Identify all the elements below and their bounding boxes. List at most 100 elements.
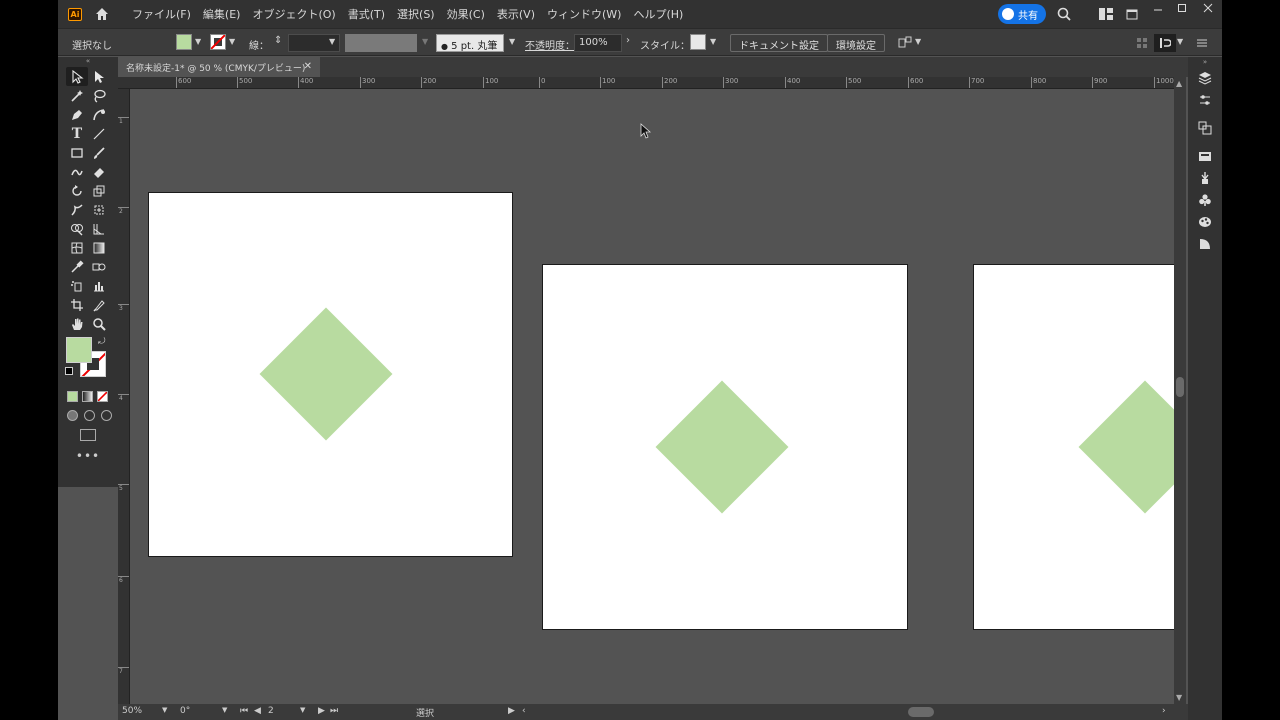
menu-select[interactable]: 選択(S)	[391, 6, 441, 22]
gradient-tool-icon[interactable]	[88, 238, 110, 257]
screen-mode-icon[interactable]	[80, 429, 96, 441]
type-tool-icon[interactable]: T	[66, 124, 88, 143]
opacity-label[interactable]: 不透明度：	[525, 37, 575, 52]
restore-icon[interactable]	[1124, 6, 1140, 22]
next-artboard-icon[interactable]: ▶	[318, 706, 325, 716]
chevron-down-icon[interactable]: ▼	[710, 37, 716, 46]
perspective-grid-tool-icon[interactable]	[88, 219, 110, 238]
rotate-tool-icon[interactable]	[66, 181, 88, 200]
scroll-down-icon[interactable]: ▼	[1176, 693, 1182, 702]
graphic-styles-panel-icon[interactable]	[1188, 233, 1222, 255]
vertical-scroll-thumb[interactable]	[1176, 377, 1184, 397]
lasso-tool-icon[interactable]	[88, 86, 110, 105]
artboard-2[interactable]	[542, 264, 908, 630]
properties-panel-icon[interactable]	[1188, 89, 1222, 111]
artboard-3[interactable]	[973, 264, 1174, 630]
chevron-down-icon[interactable]: ▼	[509, 37, 515, 46]
direct-selection-tool-icon[interactable]	[88, 67, 110, 86]
artboard-1[interactable]	[148, 192, 513, 557]
scroll-up-icon[interactable]: ▲	[1176, 79, 1182, 88]
rotate-view-value[interactable]: 0°	[180, 706, 190, 716]
canvas[interactable]	[130, 89, 1174, 704]
eraser-tool-icon[interactable]	[88, 162, 110, 181]
align-icon[interactable]	[1136, 37, 1148, 52]
paintbrush-tool-icon[interactable]	[88, 143, 110, 162]
libraries-panel-icon[interactable]	[1188, 145, 1222, 167]
maximize-icon[interactable]	[1174, 0, 1190, 16]
draw-normal-icon[interactable]	[67, 410, 78, 421]
panel-menu-icon[interactable]	[1196, 37, 1208, 52]
opacity-field[interactable]: 100%	[574, 34, 622, 52]
layers-panel-icon[interactable]	[1188, 67, 1222, 89]
warp-tool-icon[interactable]	[66, 200, 88, 219]
menu-window[interactable]: ウィンドウ(W)	[541, 6, 627, 22]
menu-view[interactable]: 表示(V)	[491, 6, 541, 22]
brushes-panel-icon[interactable]	[1188, 167, 1222, 189]
document-tab[interactable]: 名称未設定-1* @ 50 % (CMYK/プレビュー) ✕	[118, 57, 320, 77]
default-fill-stroke-icon[interactable]	[65, 367, 73, 375]
last-artboard-icon[interactable]: ⏭	[330, 706, 338, 716]
menu-object[interactable]: オブジェクト(O)	[246, 6, 341, 22]
minimize-icon[interactable]	[1150, 2, 1166, 18]
menu-file[interactable]: ファイル(F)	[126, 6, 197, 22]
free-transform-tool-icon[interactable]	[88, 200, 110, 219]
preferences-button[interactable]: 環境設定	[827, 34, 885, 52]
draw-inside-icon[interactable]	[101, 410, 112, 421]
slice-tool-icon[interactable]	[88, 295, 110, 314]
artboards-panel-icon[interactable]	[1188, 117, 1222, 139]
tab-close-icon[interactable]: ✕	[304, 61, 312, 72]
hand-tool-icon[interactable]	[66, 314, 88, 333]
shaper-tool-icon[interactable]	[66, 162, 88, 181]
rectangle-tool-icon[interactable]	[66, 143, 88, 162]
chevron-down-icon[interactable]: ▼	[162, 706, 167, 714]
chevron-right-icon[interactable]: ›	[626, 35, 630, 46]
zoom-tool-icon[interactable]	[88, 314, 110, 333]
chevron-down-icon[interactable]: ▼	[222, 706, 227, 714]
none-mode-icon[interactable]	[97, 391, 108, 402]
selection-tool-icon[interactable]	[66, 67, 88, 86]
menu-type[interactable]: 書式(T)	[342, 6, 391, 22]
zoom-level[interactable]: 50%	[122, 706, 142, 716]
close-icon[interactable]	[1200, 0, 1216, 16]
variable-width-profile[interactable]	[345, 34, 417, 52]
toolbar-collapse-icon[interactable]: «	[58, 57, 118, 67]
stepper-icon[interactable]: ⇕	[274, 35, 282, 46]
chevron-down-icon[interactable]: ▼	[422, 37, 428, 46]
graphic-style-swatch[interactable]	[690, 34, 706, 50]
panel-expand-icon[interactable]: »	[1188, 57, 1222, 67]
stroke-color-swatch[interactable]	[210, 34, 226, 50]
menu-help[interactable]: ヘルプ(H)	[627, 6, 689, 22]
curvature-tool-icon[interactable]	[88, 105, 110, 124]
document-setup-button[interactable]: ドキュメント設定	[730, 34, 828, 52]
edit-toolbar-icon[interactable]: •••	[58, 449, 118, 463]
chevron-down-icon[interactable]: ▼	[1177, 37, 1183, 46]
menu-edit[interactable]: 編集(E)	[197, 6, 247, 22]
shape-builder-tool-icon[interactable]	[66, 219, 88, 238]
diamond-shape[interactable]	[655, 380, 789, 514]
pen-tool-icon[interactable]	[66, 105, 88, 124]
fill-swatch[interactable]	[66, 337, 92, 363]
vertical-scrollbar[interactable]: ▲ ▼	[1174, 77, 1186, 704]
share-button[interactable]: 共有	[998, 4, 1046, 24]
symbols-panel-icon[interactable]	[1188, 189, 1222, 211]
chevron-down-icon[interactable]: ▼	[229, 37, 235, 46]
status-menu-icon[interactable]: ▶	[508, 706, 515, 716]
search-icon[interactable]	[1056, 6, 1072, 22]
scale-tool-icon[interactable]	[88, 181, 110, 200]
eyedropper-tool-icon[interactable]	[66, 257, 88, 276]
scroll-right-icon[interactable]: ›	[1162, 706, 1166, 716]
workspace-icon[interactable]	[1098, 6, 1114, 22]
scroll-left-icon[interactable]: ‹	[522, 706, 526, 716]
home-icon[interactable]	[94, 6, 110, 22]
magic-wand-tool-icon[interactable]	[66, 86, 88, 105]
diamond-shape[interactable]	[1078, 380, 1174, 514]
chevron-down-icon[interactable]: ▼	[329, 37, 335, 46]
blend-tool-icon[interactable]	[88, 257, 110, 276]
draw-behind-icon[interactable]	[84, 410, 95, 421]
properties-toggle-icon[interactable]	[1154, 34, 1176, 52]
artboard-tool-icon[interactable]	[66, 295, 88, 314]
brush-definition-field[interactable]: ● 5 pt. 丸筆	[436, 34, 504, 52]
chevron-down-icon[interactable]: ▼	[195, 37, 201, 46]
horizontal-ruler[interactable]: 600 500 400 300 200 100 0 100 200 300 40…	[128, 77, 1174, 89]
chevron-down-icon[interactable]: ▼	[915, 37, 921, 46]
